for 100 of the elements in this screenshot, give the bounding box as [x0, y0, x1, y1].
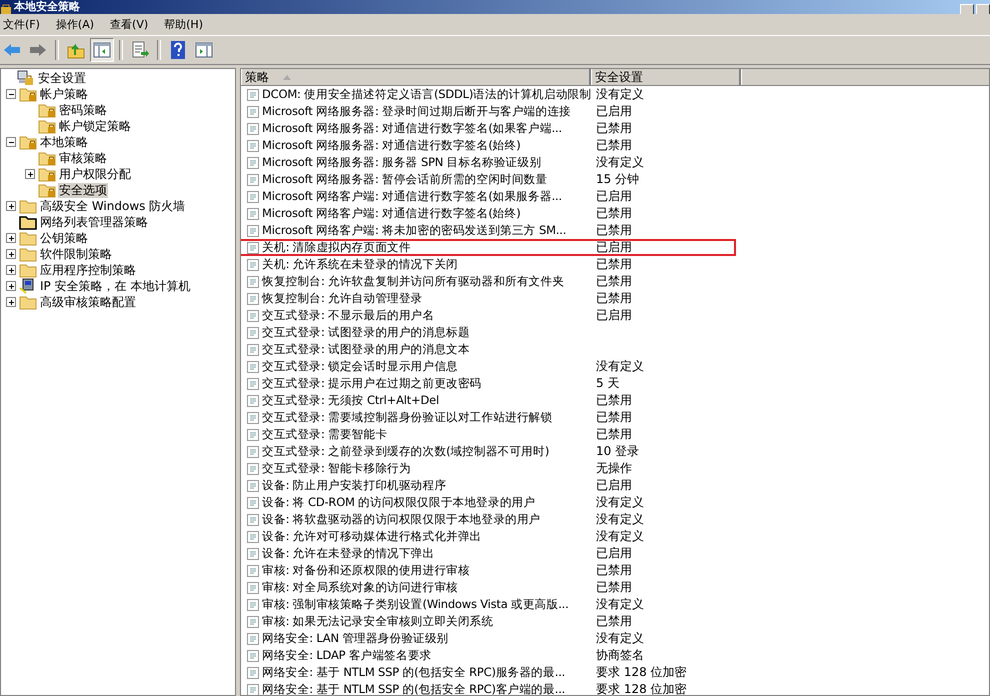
tree-toggle-button[interactable] — [90, 38, 114, 62]
policy-name[interactable]: Microsoft 网络服务器: 登录时间过期后断开与客户端的连接 — [262, 104, 571, 119]
menu-item[interactable]: 文件(F) — [1, 17, 42, 32]
security-setting: 没有定义 — [596, 511, 644, 528]
expand-toggle[interactable] — [6, 89, 16, 99]
menu-item[interactable]: 帮助(H) — [162, 17, 205, 32]
security-setting: 10 登录 — [596, 443, 640, 460]
policy-name[interactable]: DCOM: 使用安全描述符定义语言(SDDL)语法的计算机启动限制 — [262, 87, 591, 102]
policy-name[interactable]: Microsoft 网络服务器: 对通信进行数字签名(如果客户端... — [262, 121, 562, 136]
policy-name[interactable]: Microsoft 网络客户端: 对通信进行数字签名(始终) — [262, 206, 520, 221]
folder-icon — [19, 294, 37, 310]
locked-folder-icon — [38, 166, 56, 182]
policy-name[interactable]: 网络安全: 基于 NTLM SSP 的(包括安全 RPC)服务器的最... — [262, 665, 566, 680]
policy-icon — [247, 616, 259, 628]
security-setting: 已禁用 — [596, 426, 632, 443]
policy-name[interactable]: Microsoft 网络服务器: 服务器 SPN 目标名称验证级别 — [262, 155, 542, 170]
policy-icon — [247, 344, 259, 356]
policy-name[interactable]: 设备: 将 CD-ROM 的访问权限仅限于本地登录的用户 — [262, 495, 536, 510]
policy-name[interactable]: Microsoft 网络客户端: 对通信进行数字签名(如果服务器... — [262, 189, 562, 204]
column-header[interactable]: 策略 — [241, 69, 591, 85]
tree-item[interactable]: 帐户策略 — [39, 86, 89, 102]
tree-item[interactable]: 高级安全 Windows 防火墙 — [39, 198, 186, 214]
policy-icon — [247, 514, 259, 526]
policy-name[interactable]: 关机: 允许系统在未登录的情况下关闭 — [262, 257, 458, 272]
tree-item[interactable]: IP 安全策略，在 本地计算机 — [39, 278, 192, 294]
column-header[interactable]: 安全设置 — [591, 69, 741, 85]
menu-item[interactable]: 操作(A) — [54, 17, 96, 32]
security-setting: 已启用 — [596, 103, 632, 120]
security-setting: 没有定义 — [596, 86, 644, 103]
expand-toggle[interactable] — [6, 281, 16, 291]
expand-toggle[interactable] — [25, 169, 35, 179]
policy-name[interactable]: 交互式登录: 锁定会话时显示用户信息 — [262, 359, 458, 374]
policy-name[interactable]: 关机: 清除虚拟内存页面文件 — [262, 240, 411, 255]
policy-name[interactable]: 网络安全: LAN 管理器身份验证级别 — [262, 631, 449, 646]
policy-icon — [247, 360, 259, 372]
expand-toggle[interactable] — [6, 265, 16, 275]
policy-icon — [247, 412, 259, 424]
maximize-button[interactable] — [976, 4, 990, 14]
policy-name[interactable]: 审核: 如果无法记录安全审核则立即关闭系统 — [262, 614, 494, 629]
security-setting: 没有定义 — [596, 630, 644, 647]
tree-item[interactable]: 安全设置 — [37, 70, 87, 86]
tree-item[interactable]: 高级审核策略配置 — [39, 294, 137, 310]
policy-icon — [247, 190, 259, 202]
tree-item[interactable]: 公钥策略 — [39, 230, 89, 246]
minimize-button[interactable] — [960, 4, 974, 14]
policy-name[interactable]: 交互式登录: 无须按 Ctrl+Alt+Del — [262, 393, 440, 408]
tree-item[interactable]: 帐户锁定策略 — [58, 118, 132, 134]
policy-name[interactable]: 设备: 允许对可移动媒体进行格式化并弹出 — [262, 529, 482, 544]
policy-name[interactable]: 交互式登录: 不显示最后的用户名 — [262, 308, 434, 323]
expand-toggle[interactable] — [6, 201, 16, 211]
policy-name[interactable]: 网络安全: 基于 NTLM SSP 的(包括安全 RPC)客户端的最... — [262, 682, 566, 695]
locked-folder-icon — [38, 118, 56, 134]
locked-folder-icon — [38, 102, 56, 118]
policy-name[interactable]: 交互式登录: 之前登录到缓存的次数(域控制器不可用时) — [262, 444, 550, 459]
security-setting: 协商签名 — [596, 647, 644, 664]
tree-item[interactable]: 安全选项 — [58, 182, 108, 198]
locked-folder-icon — [38, 150, 56, 166]
policy-name[interactable]: 恢复控制台: 允许自动管理登录 — [262, 291, 423, 306]
policy-name[interactable]: 交互式登录: 智能卡移除行为 — [262, 461, 411, 476]
expand-toggle[interactable] — [6, 137, 16, 147]
policy-icon — [247, 258, 259, 270]
policy-name[interactable]: 交互式登录: 提示用户在过期之前更改密码 — [262, 376, 482, 391]
policy-name[interactable]: Microsoft 网络服务器: 对通信进行数字签名(始终) — [262, 138, 520, 153]
policy-icon — [247, 598, 259, 610]
tree-item[interactable]: 本地策略 — [39, 134, 89, 150]
locked-folder-icon — [38, 182, 56, 198]
policy-icon — [247, 394, 259, 406]
policy-name[interactable]: 设备: 将软盘驱动器的访问权限仅限于本地登录的用户 — [262, 512, 541, 527]
policy-name[interactable]: Microsoft 网络客户端: 将未加密的密码发送到第三方 SM... — [262, 223, 566, 238]
policy-name[interactable]: 交互式登录: 试图登录的用户的消息标题 — [262, 325, 470, 340]
policy-name[interactable]: 设备: 防止用户安装打印机驱动程序 — [262, 478, 446, 493]
folder-icon — [19, 246, 37, 262]
security-setting: 已禁用 — [596, 205, 632, 222]
tree-item[interactable]: 应用程序控制策略 — [39, 262, 137, 278]
tree-item[interactable]: 网络列表管理器策略 — [39, 214, 149, 230]
policy-name[interactable]: 审核: 对备份和还原权限的使用进行审核 — [262, 563, 470, 578]
security-setting: 已启用 — [596, 545, 632, 562]
policy-name[interactable]: 恢复控制台: 允许软盘复制并访问所有驱动器和所有文件夹 — [262, 274, 564, 289]
policy-name[interactable]: 交互式登录: 需要域控制器身份验证以对工作站进行解锁 — [262, 410, 552, 425]
security-setting: 已禁用 — [596, 120, 632, 137]
policy-name[interactable]: 交互式登录: 试图登录的用户的消息文本 — [262, 342, 470, 357]
tree-item[interactable]: 密码策略 — [58, 102, 108, 118]
policy-icon — [247, 378, 259, 390]
tree-item[interactable]: 审核策略 — [58, 150, 108, 166]
policy-name[interactable]: 网络安全: LDAP 客户端签名要求 — [262, 648, 432, 663]
tree-item[interactable]: 用户权限分配 — [58, 166, 132, 182]
policy-name[interactable]: 交互式登录: 需要智能卡 — [262, 427, 388, 442]
security-setting: 要求 128 位加密 — [596, 664, 687, 681]
policy-name[interactable]: 审核: 强制审核策略子类别设置(Windows Vista 或更高版... — [262, 597, 569, 612]
policy-name[interactable]: Microsoft 网络服务器: 暂停会话前所需的空闲时间数量 — [262, 172, 548, 187]
expand-toggle[interactable] — [6, 297, 16, 307]
menu-item[interactable]: 查看(V) — [108, 17, 150, 32]
tree-item[interactable]: 软件限制策略 — [39, 246, 113, 262]
expand-toggle[interactable] — [6, 249, 16, 259]
security-setting: 已启用 — [596, 477, 632, 494]
policy-icon — [247, 480, 259, 492]
policy-name[interactable]: 设备: 允许在未登录的情况下弹出 — [262, 546, 434, 561]
policy-name[interactable]: 审核: 对全局系统对象的访问进行审核 — [262, 580, 458, 595]
lock-icon — [0, 4, 12, 14]
expand-toggle[interactable] — [6, 233, 16, 243]
